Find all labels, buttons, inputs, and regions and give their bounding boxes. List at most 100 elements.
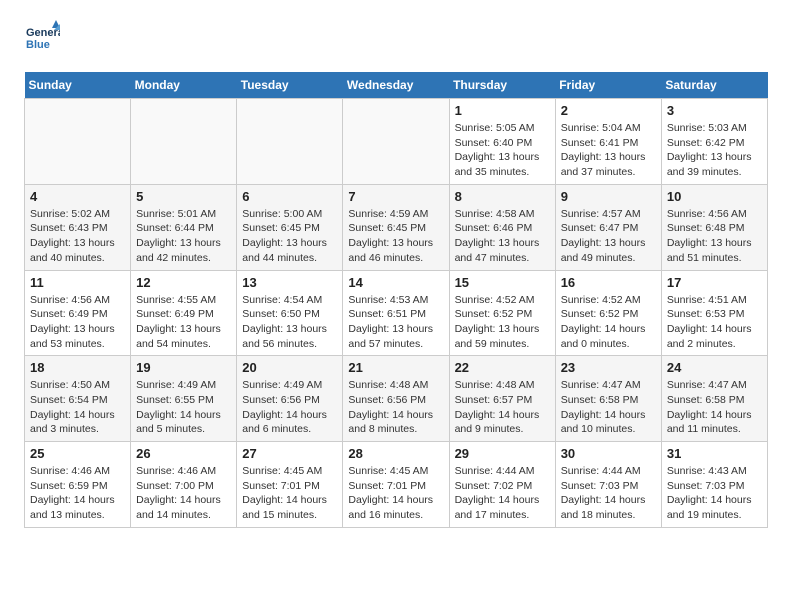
day-cell: 1 Sunrise: 5:05 AMSunset: 6:40 PMDaylight… bbox=[449, 99, 555, 185]
day-cell: 16Sunrise: 4:52 AMSunset: 6:52 PMDayligh… bbox=[555, 270, 661, 356]
day-cell: 12 Sunrise: 4:55 AMSunset: 6:49 PMDayligh… bbox=[131, 270, 237, 356]
day-info: Sunrise: 4:57 AMSunset: 6:47 PMDaylight:… bbox=[561, 207, 656, 266]
page: General Blue SundayMondayTuesdayWednesda… bbox=[0, 0, 792, 548]
week-row-1: 1 Sunrise: 5:05 AMSunset: 6:40 PMDaylight… bbox=[25, 99, 768, 185]
day-cell: 3Sunrise: 5:03 AMSunset: 6:42 PMDaylight… bbox=[661, 99, 767, 185]
day-info: Sunrise: 4:54 AMSunset: 6:50 PMDaylight:… bbox=[242, 293, 337, 352]
day-cell: 9 Sunrise: 4:57 AMSunset: 6:47 PMDaylight… bbox=[555, 184, 661, 270]
day-number: 29 bbox=[455, 446, 550, 461]
day-number: 23 bbox=[561, 360, 656, 375]
day-cell: 6 Sunrise: 5:00 AMSunset: 6:45 PMDaylight… bbox=[237, 184, 343, 270]
day-info: Sunrise: 4:49 AMSunset: 6:55 PMDaylight:… bbox=[136, 378, 231, 437]
day-number: 19 bbox=[136, 360, 231, 375]
day-cell: 21 Sunrise: 4:48 AMSunset: 6:56 PMDayligh… bbox=[343, 356, 449, 442]
day-cell: 11 Sunrise: 4:56 AMSunset: 6:49 PMDayligh… bbox=[25, 270, 131, 356]
day-number: 8 bbox=[455, 189, 550, 204]
day-cell: 19 Sunrise: 4:49 AMSunset: 6:55 PMDayligh… bbox=[131, 356, 237, 442]
day-info: Sunrise: 5:02 AMSunset: 6:43 PMDaylight:… bbox=[30, 207, 125, 266]
col-header-monday: Monday bbox=[131, 72, 237, 99]
day-info: Sunrise: 4:58 AMSunset: 6:46 PMDaylight:… bbox=[455, 207, 550, 266]
day-number: 10 bbox=[667, 189, 762, 204]
col-header-saturday: Saturday bbox=[661, 72, 767, 99]
day-cell: 2 Sunrise: 5:04 AMSunset: 6:41 PMDaylight… bbox=[555, 99, 661, 185]
day-info: Sunrise: 4:59 AMSunset: 6:45 PMDaylight:… bbox=[348, 207, 443, 266]
day-cell: 10 Sunrise: 4:56 AMSunset: 6:48 PMDayligh… bbox=[661, 184, 767, 270]
day-cell bbox=[25, 99, 131, 185]
day-number: 25 bbox=[30, 446, 125, 461]
day-number: 26 bbox=[136, 446, 231, 461]
day-cell: 25 Sunrise: 4:46 AMSunset: 6:59 PMDayligh… bbox=[25, 442, 131, 528]
day-number: 18 bbox=[30, 360, 125, 375]
week-row-3: 11 Sunrise: 4:56 AMSunset: 6:49 PMDayligh… bbox=[25, 270, 768, 356]
day-info: Sunrise: 4:48 AMSunset: 6:56 PMDaylight:… bbox=[348, 378, 443, 437]
day-number: 30 bbox=[561, 446, 656, 461]
day-number: 12 bbox=[136, 275, 231, 290]
week-row-5: 25 Sunrise: 4:46 AMSunset: 6:59 PMDayligh… bbox=[25, 442, 768, 528]
day-info: Sunrise: 4:52 AMSunset: 6:52 PMDaylight:… bbox=[561, 293, 656, 352]
week-row-4: 18 Sunrise: 4:50 AMSunset: 6:54 PMDayligh… bbox=[25, 356, 768, 442]
day-cell: 29 Sunrise: 4:44 AMSunset: 7:02 PMDayligh… bbox=[449, 442, 555, 528]
day-number: 27 bbox=[242, 446, 337, 461]
day-cell: 8 Sunrise: 4:58 AMSunset: 6:46 PMDaylight… bbox=[449, 184, 555, 270]
day-info: Sunrise: 5:01 AMSunset: 6:44 PMDaylight:… bbox=[136, 207, 231, 266]
day-number: 6 bbox=[242, 189, 337, 204]
day-info: Sunrise: 4:51 AMSunset: 6:53 PMDaylight:… bbox=[667, 293, 762, 352]
day-info: Sunrise: 4:44 AMSunset: 7:03 PMDaylight:… bbox=[561, 464, 656, 523]
day-number: 7 bbox=[348, 189, 443, 204]
day-cell bbox=[237, 99, 343, 185]
day-cell: 4 Sunrise: 5:02 AMSunset: 6:43 PMDaylight… bbox=[25, 184, 131, 270]
day-number: 15 bbox=[455, 275, 550, 290]
day-cell: 30 Sunrise: 4:44 AMSunset: 7:03 PMDayligh… bbox=[555, 442, 661, 528]
day-number: 17 bbox=[667, 275, 762, 290]
day-info: Sunrise: 4:45 AMSunset: 7:01 PMDaylight:… bbox=[242, 464, 337, 523]
day-info: Sunrise: 4:56 AMSunset: 6:49 PMDaylight:… bbox=[30, 293, 125, 352]
day-info: Sunrise: 4:47 AMSunset: 6:58 PMDaylight:… bbox=[561, 378, 656, 437]
day-number: 31 bbox=[667, 446, 762, 461]
day-info: Sunrise: 4:50 AMSunset: 6:54 PMDaylight:… bbox=[30, 378, 125, 437]
col-header-sunday: Sunday bbox=[25, 72, 131, 99]
day-info: Sunrise: 5:00 AMSunset: 6:45 PMDaylight:… bbox=[242, 207, 337, 266]
day-info: Sunrise: 5:05 AMSunset: 6:40 PMDaylight:… bbox=[455, 121, 550, 180]
day-info: Sunrise: 4:55 AMSunset: 6:49 PMDaylight:… bbox=[136, 293, 231, 352]
day-info: Sunrise: 4:44 AMSunset: 7:02 PMDaylight:… bbox=[455, 464, 550, 523]
day-number: 9 bbox=[561, 189, 656, 204]
day-info: Sunrise: 4:53 AMSunset: 6:51 PMDaylight:… bbox=[348, 293, 443, 352]
header-row: SundayMondayTuesdayWednesdayThursdayFrid… bbox=[25, 72, 768, 99]
day-cell: 26 Sunrise: 4:46 AMSunset: 7:00 PMDayligh… bbox=[131, 442, 237, 528]
week-row-2: 4 Sunrise: 5:02 AMSunset: 6:43 PMDaylight… bbox=[25, 184, 768, 270]
day-cell: 31 Sunrise: 4:43 AMSunset: 7:03 PMDayligh… bbox=[661, 442, 767, 528]
col-header-tuesday: Tuesday bbox=[237, 72, 343, 99]
day-info: Sunrise: 4:48 AMSunset: 6:57 PMDaylight:… bbox=[455, 378, 550, 437]
col-header-thursday: Thursday bbox=[449, 72, 555, 99]
day-cell: 17 Sunrise: 4:51 AMSunset: 6:53 PMDayligh… bbox=[661, 270, 767, 356]
day-number: 1 bbox=[455, 103, 550, 118]
day-cell: 20 Sunrise: 4:49 AMSunset: 6:56 PMDayligh… bbox=[237, 356, 343, 442]
day-cell: 15 Sunrise: 4:52 AMSunset: 6:52 PMDayligh… bbox=[449, 270, 555, 356]
day-cell: 7 Sunrise: 4:59 AMSunset: 6:45 PMDaylight… bbox=[343, 184, 449, 270]
day-cell: 14 Sunrise: 4:53 AMSunset: 6:51 PMDayligh… bbox=[343, 270, 449, 356]
day-info: Sunrise: 4:45 AMSunset: 7:01 PMDaylight:… bbox=[348, 464, 443, 523]
day-number: 2 bbox=[561, 103, 656, 118]
day-number: 20 bbox=[242, 360, 337, 375]
day-number: 14 bbox=[348, 275, 443, 290]
svg-text:General: General bbox=[26, 27, 60, 39]
day-info: Sunrise: 4:52 AMSunset: 6:52 PMDaylight:… bbox=[455, 293, 550, 352]
day-cell: 22Sunrise: 4:48 AMSunset: 6:57 PMDayligh… bbox=[449, 356, 555, 442]
day-info: Sunrise: 4:46 AMSunset: 6:59 PMDaylight:… bbox=[30, 464, 125, 523]
day-number: 28 bbox=[348, 446, 443, 461]
day-info: Sunrise: 4:46 AMSunset: 7:00 PMDaylight:… bbox=[136, 464, 231, 523]
col-header-wednesday: Wednesday bbox=[343, 72, 449, 99]
day-info: Sunrise: 4:47 AMSunset: 6:58 PMDaylight:… bbox=[667, 378, 762, 437]
day-cell: 13Sunrise: 4:54 AMSunset: 6:50 PMDayligh… bbox=[237, 270, 343, 356]
day-cell: 27 Sunrise: 4:45 AMSunset: 7:01 PMDayligh… bbox=[237, 442, 343, 528]
day-info: Sunrise: 4:49 AMSunset: 6:56 PMDaylight:… bbox=[242, 378, 337, 437]
day-cell bbox=[131, 99, 237, 185]
day-info: Sunrise: 4:56 AMSunset: 6:48 PMDaylight:… bbox=[667, 207, 762, 266]
calendar-table: SundayMondayTuesdayWednesdayThursdayFrid… bbox=[24, 72, 768, 528]
day-info: Sunrise: 4:43 AMSunset: 7:03 PMDaylight:… bbox=[667, 464, 762, 523]
svg-text:Blue: Blue bbox=[26, 39, 50, 51]
day-number: 11 bbox=[30, 275, 125, 290]
day-info: Sunrise: 5:04 AMSunset: 6:41 PMDaylight:… bbox=[561, 121, 656, 180]
day-number: 21 bbox=[348, 360, 443, 375]
day-number: 4 bbox=[30, 189, 125, 204]
